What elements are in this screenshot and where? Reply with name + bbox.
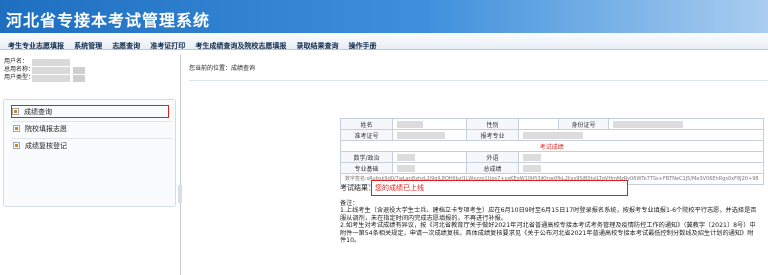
sidebar-item-label: 院校填报志愿 <box>25 125 67 133</box>
breadcrumb-divider <box>189 80 768 81</box>
major-label: 报考专业 <box>466 129 519 141</box>
menu-item-manual[interactable]: 操作手册 <box>349 38 377 55</box>
notes-line-1: 1.上线考生（含退役大学生士兵、建档立卡专项考生）应在6月10日9时至6月15日… <box>340 207 757 222</box>
gender-label: 性别 <box>466 118 519 130</box>
usertype-row: 用户类型： <box>4 74 174 82</box>
usertype-value <box>32 75 70 82</box>
foreign-label: 外语 <box>466 151 519 163</box>
score-content: 姓名 性别 身份证号 准考证号 报考专业 考试成绩 数学/政治 外语 专业基础 … <box>340 118 768 185</box>
prof-label: 专业基础 <box>340 162 393 174</box>
table-row: 数学/政治 外语 <box>340 151 764 163</box>
sidebar-divider <box>180 55 181 275</box>
header-banner: 河北省专接本考试管理系统 <box>0 0 768 33</box>
menu-item-major-choice[interactable]: 考生专业志愿填报 <box>8 38 64 55</box>
id-label: 身份证号 <box>558 118 609 130</box>
sidebar-item-score-query[interactable]: 成绩查询 <box>11 105 169 118</box>
document-icon <box>13 141 20 149</box>
table-row: 考试成绩 <box>340 140 764 152</box>
menu-item-admission-ticket[interactable]: 准考证打印 <box>150 38 185 55</box>
menu-item-score-query[interactable]: 考生成绩查询及院校志愿填报 <box>195 38 286 55</box>
usertype-value-extra <box>73 75 85 82</box>
nav-panel: 成绩查询 院校填报志愿 成绩复核登记 <box>3 99 176 207</box>
sidebar-item-score-review[interactable]: 成绩复核登记 <box>13 140 171 153</box>
sidebar-collapse-handle[interactable] <box>178 185 182 203</box>
fullname-row: 总用名称： <box>4 66 174 74</box>
result-box: 您的成绩已上线 <box>371 180 628 196</box>
table-row: 专业基础 总成绩 <box>340 162 764 174</box>
nav-divider <box>12 138 172 139</box>
username-row: 用户名： <box>4 58 174 66</box>
foreign-value <box>518 151 764 163</box>
username-value <box>32 59 70 66</box>
sidebar-item-label: 成绩复核登记 <box>25 142 67 150</box>
notes-line-2: 2.如考生对考试成绩有异议，按《河北省教育厅关于做好2021年河北省普通高校专接… <box>340 222 756 245</box>
user-info: 用户名： 总用名称： 用户类型： <box>4 58 174 82</box>
notes: 备注： 1.上线考生（含退役大学生士兵、建档立卡专项考生）应在6月10日9时至6… <box>340 200 758 244</box>
main-menu: 考生专业志愿填报 系统管理 志愿查询 准考证打印 考生成绩查询及院校志愿填报 录… <box>0 33 768 50</box>
result-value: 您的成绩已上线 <box>375 184 424 192</box>
app-title: 河北省专接本考试管理系统 <box>6 11 211 30</box>
sidebar-item-college-choice[interactable]: 院校填报志愿 <box>13 123 171 136</box>
usertype-label: 用户类型： <box>4 74 35 81</box>
prof-value <box>392 162 467 174</box>
section-title: 考试成绩 <box>340 140 764 152</box>
menu-item-system[interactable]: 系统管理 <box>74 38 102 55</box>
result-label: 考试结果： <box>340 184 375 192</box>
nav-divider <box>12 121 172 122</box>
menu-item-preference-query[interactable]: 志愿查询 <box>112 38 140 55</box>
exam-no-value <box>392 129 467 141</box>
score-table: 姓名 性别 身份证号 准考证号 报考专业 考试成绩 数学/政治 外语 专业基础 … <box>340 118 764 185</box>
name-label: 姓名 <box>340 118 393 130</box>
sidebar-item-label: 成绩查询 <box>24 108 52 116</box>
exam-no-label: 准考证号 <box>340 129 393 141</box>
document-icon <box>12 107 19 115</box>
gender-value <box>518 118 559 130</box>
table-row: 姓名 性别 身份证号 <box>340 118 764 130</box>
breadcrumb: 您当前的位置：成绩查询 <box>189 65 256 72</box>
document-icon <box>13 124 20 132</box>
fullname-label: 总用名称： <box>4 66 35 73</box>
fullname-value-extra <box>73 67 85 74</box>
major-value <box>518 129 764 141</box>
fullname-value <box>32 67 70 74</box>
total-value <box>518 162 764 174</box>
math-label: 数学/政治 <box>340 151 393 163</box>
name-value <box>392 118 467 130</box>
id-value <box>608 118 764 130</box>
total-label: 总成绩 <box>466 162 519 174</box>
table-row: 准考证号 报考专业 <box>340 129 764 141</box>
math-value <box>392 151 467 163</box>
menu-item-admission-result[interactable]: 录取结果查询 <box>296 38 338 55</box>
username-label: 用户名： <box>4 58 29 65</box>
sidebar: 用户名： 总用名称： 用户类型： 成绩查询 院校填报志愿 成绩复核登记 <box>0 55 178 275</box>
